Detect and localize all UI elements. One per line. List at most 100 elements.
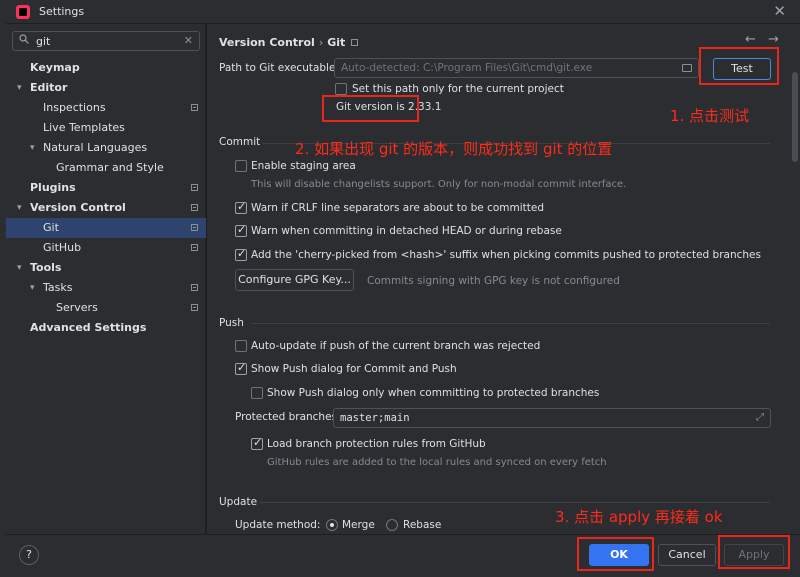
project-level-icon <box>351 39 359 46</box>
sidebar-item-label: Tasks <box>43 281 73 294</box>
configure-gpg-button[interactable]: Configure GPG Key... <box>235 269 354 291</box>
sidebar-item-label: Natural Languages <box>43 141 148 154</box>
protected-only-label: Show Push dialog only when committing to… <box>267 387 600 399</box>
sidebar-item-live-templates[interactable]: Live Templates <box>6 118 206 138</box>
protected-branches-label: Protected branches: <box>235 411 341 423</box>
rebase-label: Rebase <box>403 519 442 531</box>
scrollbar[interactable] <box>792 52 798 530</box>
folder-icon[interactable] <box>682 64 692 72</box>
protected-branches-value: master;main <box>340 412 410 424</box>
annotation-step-1: 1. 点击测试 <box>670 107 750 125</box>
sidebar-item-natural-languages[interactable]: ▾ Natural Languages <box>6 138 206 158</box>
update-method-label: Update method: <box>235 519 321 531</box>
sidebar-item-label: Keymap <box>30 61 80 74</box>
title-bar: Settings ✕ <box>0 0 800 24</box>
project-level-icon <box>191 304 198 311</box>
protected-only-checkbox[interactable] <box>251 387 263 399</box>
staging-area-label: Enable staging area <box>251 160 356 172</box>
merge-label: Merge <box>342 519 375 531</box>
sidebar-item-label: Advanced Settings <box>30 321 147 334</box>
sidebar-item-plugins[interactable]: Plugins <box>6 178 206 198</box>
auto-update-checkbox[interactable] <box>235 340 247 352</box>
git-version-text: Git version is 2.33.1 <box>336 101 442 113</box>
settings-sidebar: git ✕ Keymap ▾ Editor Inspections Live T… <box>6 24 206 534</box>
detached-head-checkbox[interactable] <box>235 223 247 237</box>
expand-icon[interactable]: ⤢ <box>756 412 764 423</box>
annotation-step-3: 3. 点击 apply 再接着 ok <box>555 508 723 526</box>
project-level-icon <box>191 244 198 251</box>
auto-update-label: Auto-update if push of the current branc… <box>251 340 541 352</box>
sidebar-item-tasks[interactable]: ▾ Tasks <box>6 278 206 298</box>
help-button[interactable]: ? <box>19 545 39 565</box>
git-path-input[interactable]: Auto-detected: C:\Program Files\Git\cmd\… <box>334 58 699 78</box>
show-push-dialog-label: Show Push dialog for Commit and Push <box>251 363 457 375</box>
annotation-step-2: 2. 如果出现 git 的版本，则成功找到 git 的位置 <box>295 140 613 158</box>
breadcrumb-separator: › <box>318 36 324 49</box>
project-level-icon <box>191 184 198 191</box>
sidebar-item-label: Servers <box>56 301 98 314</box>
cherry-picked-checkbox[interactable] <box>235 247 247 261</box>
chevron-down-icon[interactable]: ▾ <box>30 278 40 298</box>
back-arrow-icon[interactable]: ← <box>745 32 756 47</box>
load-protection-rules-checkbox[interactable] <box>251 436 263 450</box>
show-push-dialog-checkbox[interactable] <box>235 361 247 375</box>
intellij-logo-icon <box>16 5 30 19</box>
settings-content: Version Control › Git ← → Path to Git exec… <box>207 24 800 534</box>
commit-section-title: Commit <box>219 136 261 148</box>
breadcrumb: Version Control › Git <box>219 36 359 49</box>
cancel-button[interactable]: Cancel <box>658 544 716 566</box>
sidebar-item-git[interactable]: Git <box>6 218 206 238</box>
current-project-checkbox[interactable] <box>335 83 347 95</box>
sidebar-item-label: Live Templates <box>43 121 125 134</box>
sidebar-item-version-control[interactable]: ▾ Version Control <box>6 198 206 218</box>
project-level-icon <box>191 224 198 231</box>
clear-search-icon[interactable]: ✕ <box>184 34 193 47</box>
sidebar-item-inspections[interactable]: Inspections <box>6 98 206 118</box>
scrollbar-thumb[interactable] <box>792 72 798 162</box>
sidebar-item-label: Inspections <box>43 101 106 114</box>
chevron-down-icon[interactable]: ▾ <box>30 138 40 158</box>
crlf-warning-label: Warn if CRLF line separators are about t… <box>251 202 545 214</box>
chevron-down-icon[interactable]: ▾ <box>17 258 27 278</box>
chevron-down-icon[interactable]: ▾ <box>17 198 27 218</box>
load-protection-rules-hint: GitHub rules are added to the local rule… <box>267 457 607 468</box>
apply-button[interactable]: Apply <box>724 544 784 566</box>
detached-head-label: Warn when committing in detached HEAD or… <box>251 225 562 237</box>
merge-radio[interactable] <box>326 519 338 531</box>
section-divider <box>260 502 770 503</box>
project-level-icon <box>191 104 198 111</box>
section-divider <box>252 323 770 324</box>
current-project-label: Set this path only for the current proje… <box>352 83 564 95</box>
cherry-picked-label: Add the 'cherry-picked from <hash>' suff… <box>251 249 761 261</box>
sidebar-item-github[interactable]: GitHub <box>6 238 206 258</box>
rebase-radio[interactable] <box>386 519 398 531</box>
dialog-footer: ? OK Cancel Apply <box>6 534 800 577</box>
search-value: git <box>36 35 51 48</box>
ok-button[interactable]: OK <box>589 544 649 566</box>
staging-area-checkbox[interactable] <box>235 160 247 172</box>
git-path-label: Path to Git executable: <box>219 62 339 74</box>
sidebar-item-servers[interactable]: Servers <box>6 298 206 318</box>
breadcrumb-parent[interactable]: Version Control <box>219 36 315 49</box>
settings-search-input[interactable]: git ✕ <box>12 31 200 51</box>
sidebar-item-advanced-settings[interactable]: Advanced Settings <box>6 318 206 338</box>
sidebar-item-editor[interactable]: ▾ Editor <box>6 78 206 98</box>
sidebar-item-label: Git <box>43 221 59 234</box>
sidebar-item-tools[interactable]: ▾ Tools <box>6 258 206 278</box>
window-title: Settings <box>39 5 85 18</box>
sidebar-item-label: Version Control <box>30 201 126 214</box>
sidebar-item-label: GitHub <box>43 241 82 254</box>
git-path-value: Auto-detected: C:\Program Files\Git\cmd\… <box>341 62 593 74</box>
protected-branches-input[interactable]: master;main ⤢ <box>333 408 771 428</box>
crlf-warning-checkbox[interactable] <box>235 200 247 214</box>
sidebar-item-keymap[interactable]: Keymap <box>6 58 206 78</box>
breadcrumb-current: Git <box>327 36 346 49</box>
update-section-title: Update <box>219 496 258 508</box>
sidebar-item-label: Grammar and Style <box>56 161 164 174</box>
close-icon[interactable]: ✕ <box>773 2 786 20</box>
forward-arrow-icon[interactable]: → <box>768 32 779 47</box>
push-section-title: Push <box>219 317 244 329</box>
sidebar-item-grammar-and-style[interactable]: Grammar and Style <box>6 158 206 178</box>
test-button[interactable]: Test <box>713 58 771 80</box>
chevron-down-icon[interactable]: ▾ <box>17 78 27 98</box>
